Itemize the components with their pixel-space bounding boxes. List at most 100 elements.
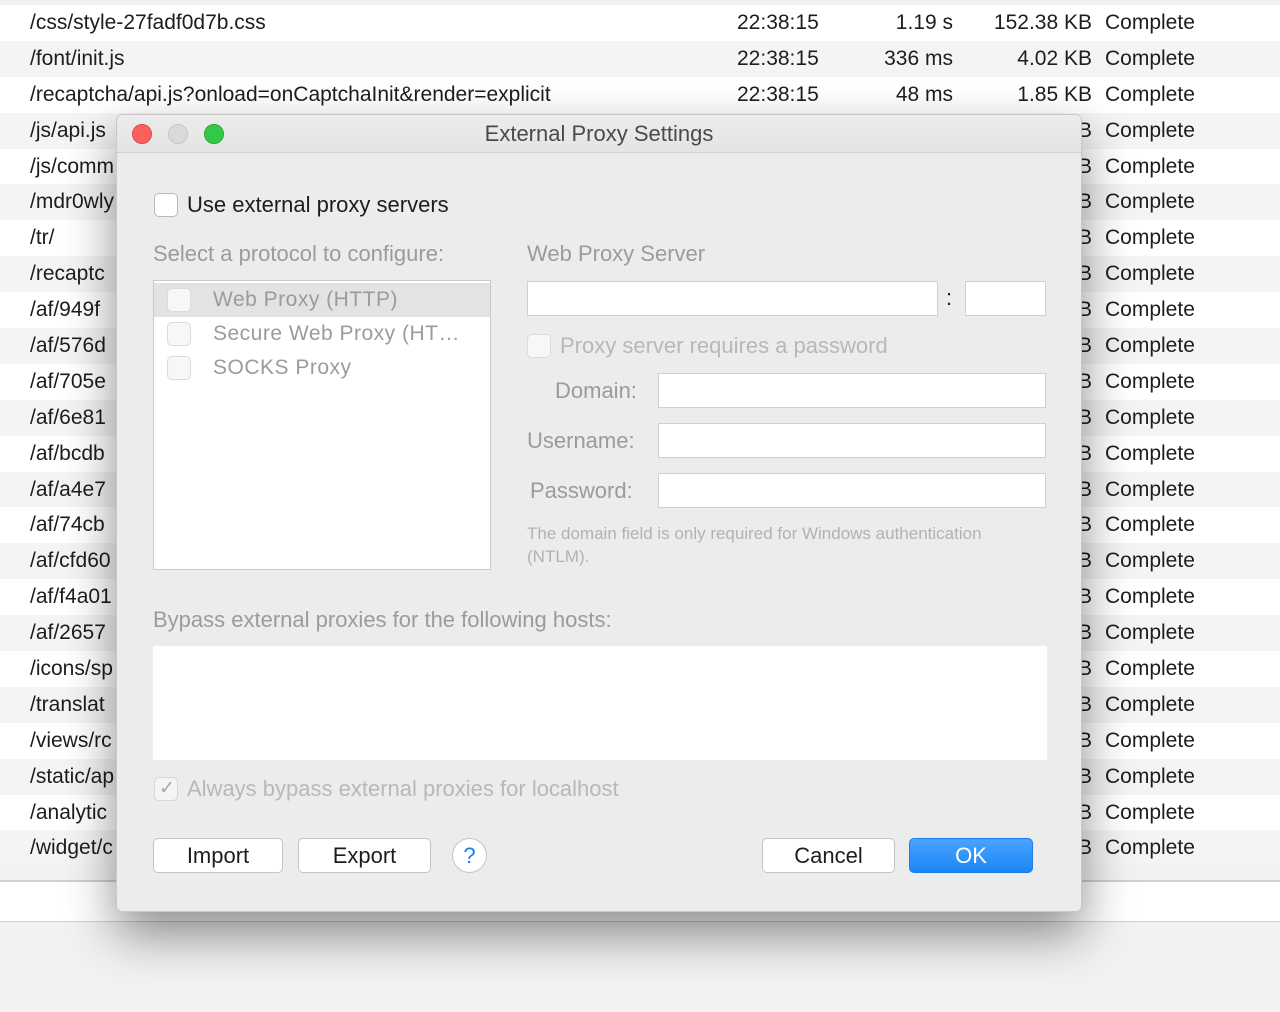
status-cell: Complete bbox=[1105, 262, 1195, 286]
status-cell: Complete bbox=[1105, 764, 1195, 788]
path-cell: /widget/c bbox=[30, 836, 113, 860]
protocol-list[interactable]: Web Proxy (HTTP) Secure Web Proxy (HT… S… bbox=[153, 280, 491, 570]
export-button[interactable]: Export bbox=[298, 838, 431, 873]
always-bypass-localhost-checkbox[interactable]: ✓ bbox=[154, 777, 178, 801]
ok-button[interactable]: OK bbox=[909, 838, 1033, 873]
status-cell: Complete bbox=[1105, 621, 1195, 645]
path-cell: /static/ap bbox=[30, 764, 115, 788]
use-external-proxy-label[interactable]: Use external proxy servers bbox=[187, 192, 449, 218]
path-cell: /font/init.js bbox=[30, 46, 125, 70]
status-cell: Complete bbox=[1105, 585, 1195, 609]
use-external-proxy-checkbox[interactable] bbox=[154, 193, 178, 217]
size-cell: 152.38 KB bbox=[993, 11, 1092, 34]
protocol-item-web-proxy[interactable]: Web Proxy (HTTP) bbox=[154, 283, 490, 317]
time-cell: 22:38:15 bbox=[737, 46, 819, 70]
path-cell: /af/cfd60 bbox=[30, 549, 111, 573]
protocol-heading: Select a protocol to configure: bbox=[153, 241, 445, 266]
path-cell: /views/rc bbox=[30, 728, 112, 752]
size-cell: 4.02 KB bbox=[1017, 46, 1092, 70]
status-cell: Complete bbox=[1105, 154, 1195, 178]
path-cell: /icons/sp bbox=[30, 657, 113, 681]
path-cell: /js/api.js bbox=[30, 118, 106, 142]
path-cell: /af/6e81 bbox=[30, 405, 106, 429]
protocol-item-secure-web-proxy[interactable]: Secure Web Proxy (HT… bbox=[154, 317, 490, 351]
status-cell: Complete bbox=[1105, 549, 1195, 573]
status-cell: Complete bbox=[1105, 477, 1195, 501]
dialog-title: External Proxy Settings bbox=[484, 121, 714, 146]
username-field[interactable] bbox=[658, 423, 1046, 458]
table-row[interactable]: /recaptcha/api.js?onload=onCaptchaInit&r… bbox=[0, 76, 1280, 113]
status-cell: Complete bbox=[1105, 657, 1195, 681]
proxy-host-field[interactable] bbox=[527, 281, 938, 316]
status-cell: Complete bbox=[1105, 46, 1195, 70]
requires-password-label: Proxy server requires a password bbox=[560, 333, 888, 358]
status-cell: Complete bbox=[1105, 405, 1195, 429]
status-cell: Complete bbox=[1105, 226, 1195, 250]
status-cell: Complete bbox=[1105, 369, 1195, 393]
size-cell: 1.85 KB bbox=[1017, 82, 1092, 106]
status-cell: Complete bbox=[1105, 298, 1195, 322]
status-cell: Complete bbox=[1105, 728, 1195, 752]
path-cell: /af/949f bbox=[30, 298, 101, 322]
duration-cell: 336 ms bbox=[884, 46, 953, 70]
path-cell: /js/comm bbox=[30, 154, 114, 178]
always-bypass-localhost-label: Always bypass external proxies for local… bbox=[187, 776, 619, 801]
cancel-button[interactable]: Cancel bbox=[762, 838, 895, 873]
status-cell: Complete bbox=[1105, 836, 1195, 860]
detail-pane bbox=[0, 922, 1280, 1012]
external-proxy-settings-dialog: External Proxy Settings Use external pro… bbox=[116, 114, 1082, 912]
username-label: Username: bbox=[527, 428, 635, 453]
path-cell: /af/705e bbox=[30, 369, 106, 393]
requires-password-checkbox[interactable] bbox=[527, 334, 551, 358]
table-row[interactable]: /css/style-27fadf0d7b.css 22:38:15 1.19 s 1… bbox=[0, 5, 1280, 41]
bypass-heading: Bypass external proxies for the followin… bbox=[153, 607, 612, 632]
duration-cell: 1.19 s bbox=[895, 11, 953, 34]
path-cell: /tr/ bbox=[30, 226, 55, 250]
bypass-hosts-textarea[interactable] bbox=[153, 646, 1047, 760]
check-icon: ✓ bbox=[159, 778, 175, 799]
protocol-item-socks-proxy[interactable]: SOCKS Proxy bbox=[154, 351, 490, 385]
protocol-label: SOCKS Proxy bbox=[213, 356, 352, 379]
path-cell: /af/576d bbox=[30, 334, 106, 358]
table-row[interactable]: /font/init.js 22:38:15 336 ms 4.02 KB Comple… bbox=[0, 40, 1280, 77]
duration-cell: 48 ms bbox=[895, 82, 953, 106]
status-cell: Complete bbox=[1105, 692, 1195, 716]
proxy-port-field[interactable] bbox=[965, 281, 1046, 316]
path-cell: /recaptcha/api.js?onload=onCaptchaInit&r… bbox=[30, 82, 551, 106]
path-cell: /translat bbox=[30, 692, 105, 716]
status-cell: Complete bbox=[1105, 118, 1195, 142]
status-cell: Complete bbox=[1105, 11, 1195, 34]
path-cell: /af/bcdb bbox=[30, 441, 105, 465]
path-cell: /af/74cb bbox=[30, 513, 105, 537]
status-cell: Complete bbox=[1105, 513, 1195, 537]
domain-label: Domain: bbox=[555, 378, 637, 403]
time-cell: 22:38:15 bbox=[737, 11, 819, 34]
path-cell: /mdr0wly bbox=[30, 190, 115, 214]
path-cell: /recaptc bbox=[30, 262, 105, 286]
domain-field[interactable] bbox=[658, 373, 1046, 408]
status-cell: Complete bbox=[1105, 800, 1195, 824]
title-bar: External Proxy Settings bbox=[117, 115, 1081, 153]
password-field[interactable] bbox=[658, 473, 1046, 508]
protocol-checkbox[interactable] bbox=[167, 356, 191, 380]
server-heading: Web Proxy Server bbox=[527, 241, 706, 266]
import-button[interactable]: Import bbox=[153, 838, 283, 873]
port-separator: : bbox=[946, 285, 953, 310]
protocol-checkbox[interactable] bbox=[167, 322, 191, 346]
status-cell: Complete bbox=[1105, 190, 1195, 214]
protocol-label: Secure Web Proxy (HT… bbox=[213, 322, 461, 345]
ntlm-hint: The domain field is only required for Wi… bbox=[527, 524, 982, 566]
protocol-label: Web Proxy (HTTP) bbox=[213, 288, 398, 311]
status-cell: Complete bbox=[1105, 334, 1195, 358]
status-cell: Complete bbox=[1105, 82, 1195, 106]
path-cell: /af/f4a01 bbox=[30, 585, 112, 609]
help-button[interactable]: ? bbox=[452, 838, 487, 873]
path-cell: /analytic bbox=[30, 800, 108, 824]
path-cell: /af/a4e7 bbox=[30, 477, 106, 501]
time-cell: 22:38:15 bbox=[737, 82, 819, 106]
protocol-checkbox[interactable] bbox=[167, 288, 191, 312]
password-label: Password: bbox=[530, 478, 633, 503]
status-cell: Complete bbox=[1105, 441, 1195, 465]
path-cell: /af/2657 bbox=[30, 621, 106, 645]
path-cell: /css/style-27fadf0d7b.css bbox=[30, 11, 266, 34]
